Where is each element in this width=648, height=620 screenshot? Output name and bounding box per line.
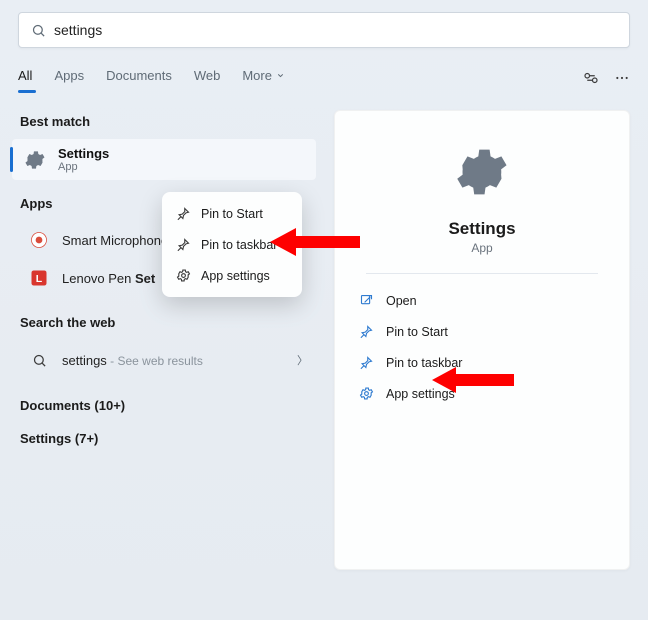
chevron-right-icon: 〉 bbox=[297, 352, 308, 368]
tab-all[interactable]: All bbox=[18, 68, 32, 89]
svg-text:L: L bbox=[36, 273, 43, 285]
search-bar[interactable]: settings bbox=[18, 12, 630, 48]
action-label: Pin to taskbar bbox=[386, 356, 462, 370]
action-pin-start[interactable]: Pin to Start bbox=[353, 319, 611, 344]
app-name-prefix: Lenovo Pen bbox=[62, 271, 135, 286]
tab-apps[interactable]: Apps bbox=[54, 68, 84, 89]
pin-icon bbox=[359, 324, 374, 339]
gear-icon bbox=[359, 386, 374, 401]
chevron-down-icon bbox=[276, 71, 285, 80]
gear-icon bbox=[176, 268, 191, 283]
action-label: App settings bbox=[386, 387, 455, 401]
action-app-settings[interactable]: App settings bbox=[353, 381, 611, 406]
action-pin-taskbar[interactable]: Pin to taskbar bbox=[353, 350, 611, 375]
search-scope-icon[interactable] bbox=[582, 69, 600, 87]
search-icon bbox=[31, 23, 46, 38]
best-match-result[interactable]: Settings App bbox=[12, 139, 316, 180]
action-label: Pin to Start bbox=[386, 325, 448, 339]
search-query: settings bbox=[54, 22, 102, 38]
section-settings[interactable]: Settings (7+) bbox=[20, 431, 316, 446]
gear-icon bbox=[22, 147, 48, 173]
best-match-name: Settings bbox=[58, 146, 109, 161]
lenovo-app-icon: L bbox=[26, 265, 52, 291]
action-label: Open bbox=[386, 294, 417, 308]
tab-web[interactable]: Web bbox=[194, 68, 221, 89]
gear-icon bbox=[451, 141, 513, 203]
tab-more-label: More bbox=[242, 68, 272, 83]
detail-panel: Settings App Open Pin to Start Pin to ta… bbox=[334, 110, 630, 570]
context-menu: Pin to Start Pin to taskbar App settings bbox=[162, 192, 302, 297]
search-icon bbox=[26, 347, 52, 373]
more-icon[interactable] bbox=[614, 70, 630, 86]
cm-pin-taskbar[interactable]: Pin to taskbar bbox=[166, 229, 298, 260]
action-open[interactable]: Open bbox=[353, 288, 611, 313]
divider bbox=[366, 273, 598, 274]
section-documents[interactable]: Documents (10+) bbox=[20, 398, 316, 413]
tab-documents[interactable]: Documents bbox=[106, 68, 172, 89]
detail-subtitle: App bbox=[471, 241, 492, 255]
detail-title: Settings bbox=[448, 219, 515, 239]
app-name-match: Set bbox=[135, 271, 155, 286]
web-hint: - See web results bbox=[107, 354, 203, 368]
app-result-name: Smart Microphone bbox=[62, 233, 168, 248]
app-result-name: Lenovo Pen Set bbox=[62, 271, 155, 286]
cm-label: App settings bbox=[201, 269, 270, 283]
web-search-result[interactable]: settings - See web results 〉 bbox=[18, 340, 316, 380]
web-result-text: settings - See web results bbox=[62, 353, 203, 368]
section-best-match: Best match bbox=[20, 114, 316, 129]
cm-pin-start[interactable]: Pin to Start bbox=[166, 198, 298, 229]
pin-icon bbox=[176, 237, 191, 252]
web-term: settings bbox=[62, 353, 107, 368]
search-tabs: All Apps Documents Web More bbox=[18, 64, 630, 92]
pin-icon bbox=[176, 206, 191, 221]
cm-app-settings[interactable]: App settings bbox=[166, 260, 298, 291]
results-column: Best match Settings App Apps Smart Micro… bbox=[18, 110, 316, 570]
section-search-web: Search the web bbox=[20, 315, 316, 330]
tab-more[interactable]: More bbox=[242, 68, 285, 89]
pin-icon bbox=[359, 355, 374, 370]
open-icon bbox=[359, 293, 374, 308]
mic-app-icon bbox=[26, 227, 52, 253]
cm-label: Pin to taskbar bbox=[201, 238, 277, 252]
best-match-type: App bbox=[58, 161, 109, 173]
cm-label: Pin to Start bbox=[201, 207, 263, 221]
